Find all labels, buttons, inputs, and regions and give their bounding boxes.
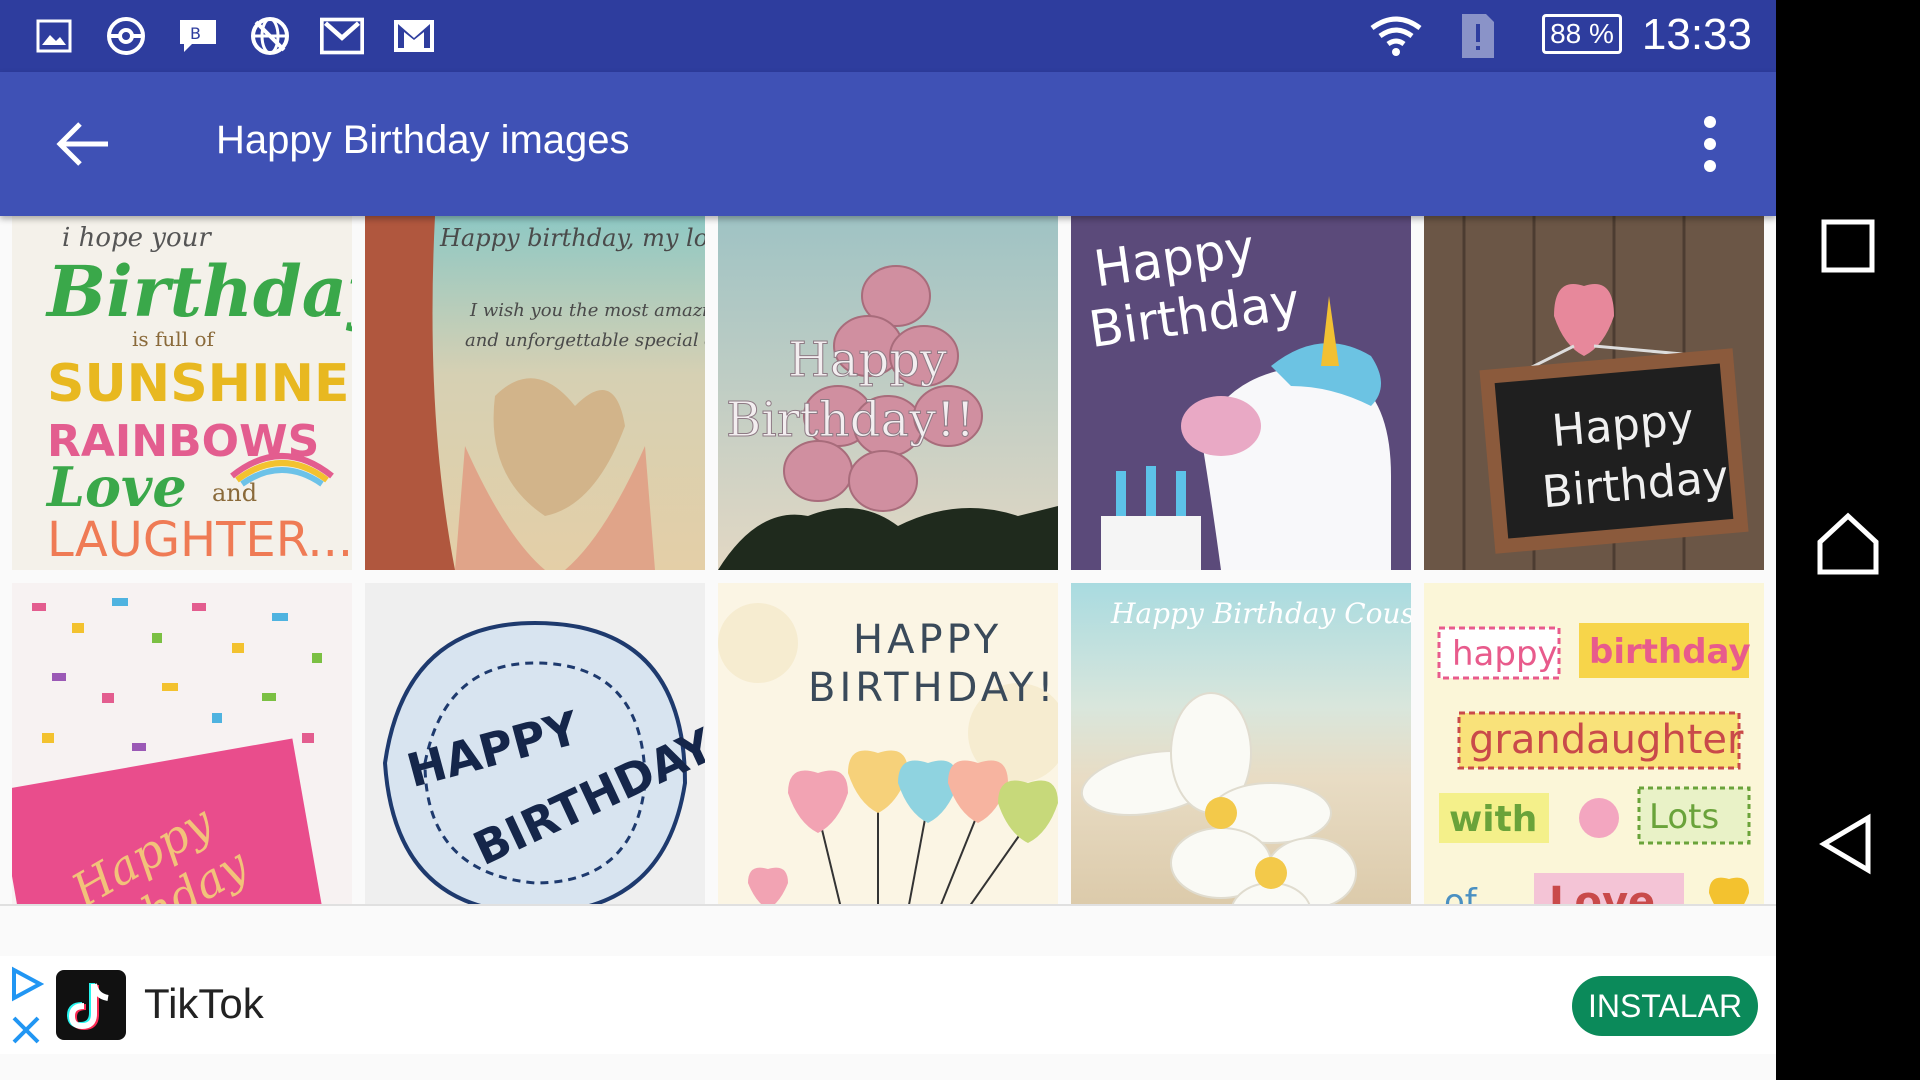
svg-text:i hope your: i hope your [62,223,212,253]
divider [0,904,1776,906]
svg-text:of: of [1444,882,1478,906]
more-vert-icon[interactable] [1688,112,1732,176]
image-tile[interactable]: Happy birthday, my love I wish you the m… [365,216,705,570]
home-icon[interactable] [1812,508,1884,580]
status-bar: B 88 % 13:33 [0,0,1776,72]
chat-icon: B [176,14,220,58]
wifi-icon [1368,14,1424,58]
close-icon[interactable] [8,1012,44,1048]
install-button[interactable]: INSTALAR [1572,976,1758,1036]
svg-text:Happy: Happy [788,332,947,388]
svg-text:I wish you the most amazing: I wish you the most amazing [469,300,705,321]
svg-text:Lots: Lots [1649,797,1719,837]
ad-app-name: TikTok [144,980,264,1027]
image-grid: i hope your Birthday is full of SUNSHINE… [0,216,1776,906]
image-tile[interactable]: HAPPY BIRTHDAY [365,583,705,906]
ad-choices-icon[interactable] [8,966,45,1002]
sim-alert-icon [1456,14,1500,58]
svg-text:Love: Love [45,455,187,519]
image-tile[interactable]: HAPPY BIRTHDAY! [718,583,1058,906]
gmail-icon [320,14,364,58]
gallery-icon [32,14,76,58]
svg-text:birthday: birthday [1589,632,1751,672]
svg-text:Happy Birthday Cousin: Happy Birthday Cousin [1110,597,1411,630]
page-title: Happy Birthday images [216,118,630,162]
globe-icon [248,14,292,58]
image-tile[interactable]: i hope your Birthday is full of SUNSHINE… [12,216,352,570]
svg-text:Birthday!!: Birthday!! [726,392,975,448]
square-icon[interactable] [1812,210,1884,282]
svg-text:and: and [212,479,257,507]
svg-text:Birthday: Birthday [45,250,352,333]
svg-text:B: B [190,24,201,43]
gmail-icon [392,14,436,58]
image-tile[interactable]: Happy Birthday [1071,216,1411,570]
clock: 13:33 [1641,10,1752,59]
image-tile[interactable]: Happy Birthday!! [718,216,1058,570]
svg-text:and unforgettable special day: and unforgettable special day [465,330,705,351]
svg-text:LAUGHTER...: LAUGHTER... [47,512,352,568]
image-tile[interactable]: Happy Birthday [1424,216,1764,570]
svg-text:HAPPY: HAPPY [853,617,1002,663]
svg-text:BIRTHDAY!: BIRTHDAY! [808,665,1057,711]
image-tile[interactable]: Happy Birthday [12,583,352,906]
image-tile[interactable]: happy birthday grandaughter with Lots of… [1424,583,1764,906]
app-bar: Happy Birthday images [0,72,1776,216]
svg-text:grandaughter: grandaughter [1469,717,1744,763]
ad-banner[interactable]: TikTok INSTALAR [0,956,1776,1054]
pokeball-icon [104,14,148,58]
tiktok-logo-icon [56,970,126,1040]
svg-text:Love: Love [1549,879,1655,906]
image-tile[interactable]: Happy Birthday Cousin [1071,583,1411,906]
triangle-back-icon[interactable] [1812,808,1884,880]
arrow-left-icon[interactable] [52,114,112,174]
battery-indicator: 88 % [1542,14,1622,54]
svg-text:Happy birthday, my love: Happy birthday, my love [439,224,705,252]
svg-text:SUNSHINE: SUNSHINE [47,354,350,414]
svg-text:happy: happy [1452,634,1558,674]
svg-text:is full of: is full of [132,327,215,351]
navigation-bar [1776,0,1920,1080]
svg-text:with: with [1449,799,1537,840]
